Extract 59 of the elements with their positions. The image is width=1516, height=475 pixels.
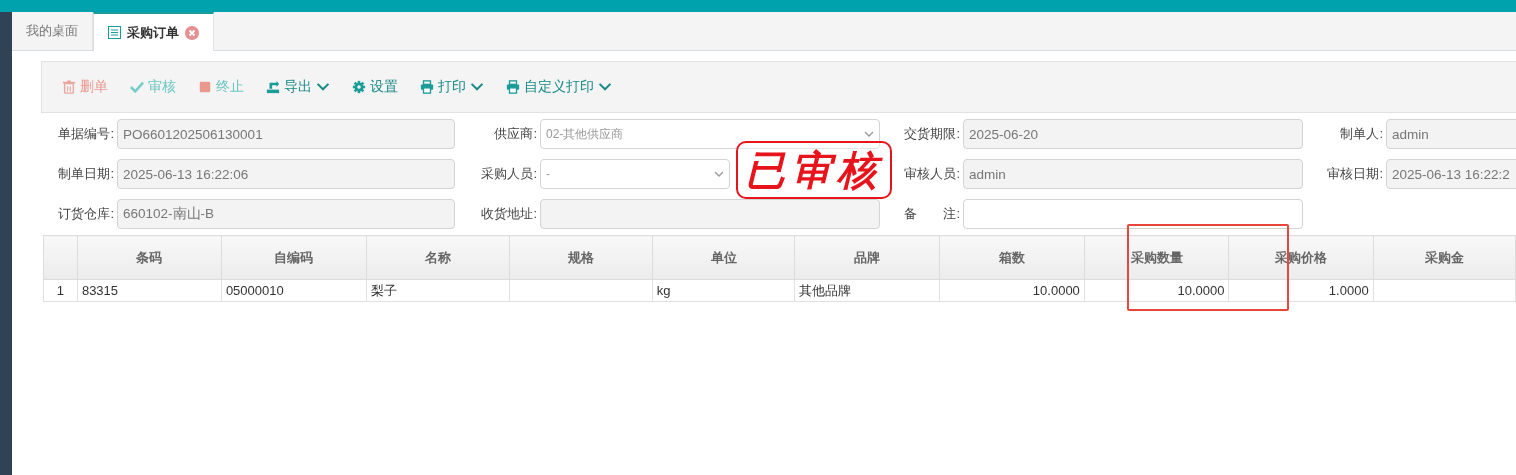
table-cell: 10.0000 [939, 279, 1085, 302]
table-cell: 10.0000 [1084, 279, 1229, 302]
approved-stamp: 已审核 [736, 141, 892, 199]
printer-icon [420, 80, 434, 94]
field-label: 审核人员: [903, 165, 960, 183]
field-label: 制单日期: [57, 165, 114, 183]
column-header[interactable]: 规格 [509, 235, 653, 280]
column-header[interactable]: 采购数量 [1084, 235, 1229, 280]
chevron-icon [864, 130, 874, 138]
close-icon[interactable] [185, 25, 199, 40]
input-field[interactable]: admin [1386, 119, 1516, 149]
select-field[interactable]: 02-其他供应商 [540, 119, 880, 149]
table-cell: 梨子 [366, 279, 510, 302]
settings-button[interactable]: 设置 [352, 76, 398, 98]
field-label: 备 注: [903, 205, 960, 223]
field-label: 审核日期: [1326, 165, 1383, 183]
square-icon [198, 80, 212, 94]
export-icon [266, 80, 280, 94]
column-header[interactable]: 品牌 [794, 235, 940, 280]
column-header[interactable]: 采购价格 [1228, 235, 1374, 280]
field-label: 供应商: [493, 125, 537, 143]
tab[interactable]: 采购订单 [93, 12, 214, 51]
field-label: 制单人: [1339, 125, 1383, 143]
input-field[interactable] [963, 199, 1303, 229]
input-field[interactable]: PO6601202506130001 [117, 119, 455, 149]
table-cell: 其他品牌 [794, 279, 940, 302]
print-button[interactable]: 自定义打印 [506, 76, 612, 98]
input-field[interactable]: 2025-06-13 16:22:2 [1386, 159, 1516, 189]
field-label: 订货仓库: [57, 205, 114, 223]
column-header[interactable]: 箱数 [939, 235, 1085, 280]
table-cell: 05000010 [221, 279, 367, 302]
column-header [43, 235, 78, 280]
input-field[interactable]: admin [963, 159, 1303, 189]
column-header[interactable]: 名称 [366, 235, 510, 280]
field-label: 采购人员: [480, 165, 537, 183]
table-cell: 83315 [77, 279, 222, 302]
select-field[interactable]: - [540, 159, 730, 189]
trash-icon [62, 80, 76, 94]
list-icon [108, 26, 121, 39]
column-header[interactable]: 自编码 [221, 235, 367, 280]
column-header[interactable]: 条码 [77, 235, 222, 280]
table-cell: kg [652, 279, 795, 302]
export-button[interactable]: 导出 [266, 76, 330, 98]
row-number: 1 [43, 279, 78, 302]
field-label: 收货地址: [480, 205, 537, 223]
input-field[interactable]: 2025-06-13 16:22:06 [117, 159, 455, 189]
print-button[interactable]: 打印 [420, 76, 484, 98]
chevron-icon [714, 170, 724, 178]
checkmark-icon [130, 80, 144, 94]
column-header[interactable]: 单位 [652, 235, 795, 280]
field-label: 单据编号: [57, 125, 114, 143]
input-field[interactable]: 660102-南山-B [117, 199, 455, 229]
printer-icon [506, 80, 520, 94]
field-label: 交货期限: [903, 125, 960, 143]
column-header[interactable]: 采购金 [1373, 235, 1516, 280]
input-field[interactable] [540, 199, 880, 229]
input-field[interactable]: 2025-06-20 [963, 119, 1303, 149]
table-cell: 1.0000 [1228, 279, 1374, 302]
settings-icon [352, 80, 366, 94]
